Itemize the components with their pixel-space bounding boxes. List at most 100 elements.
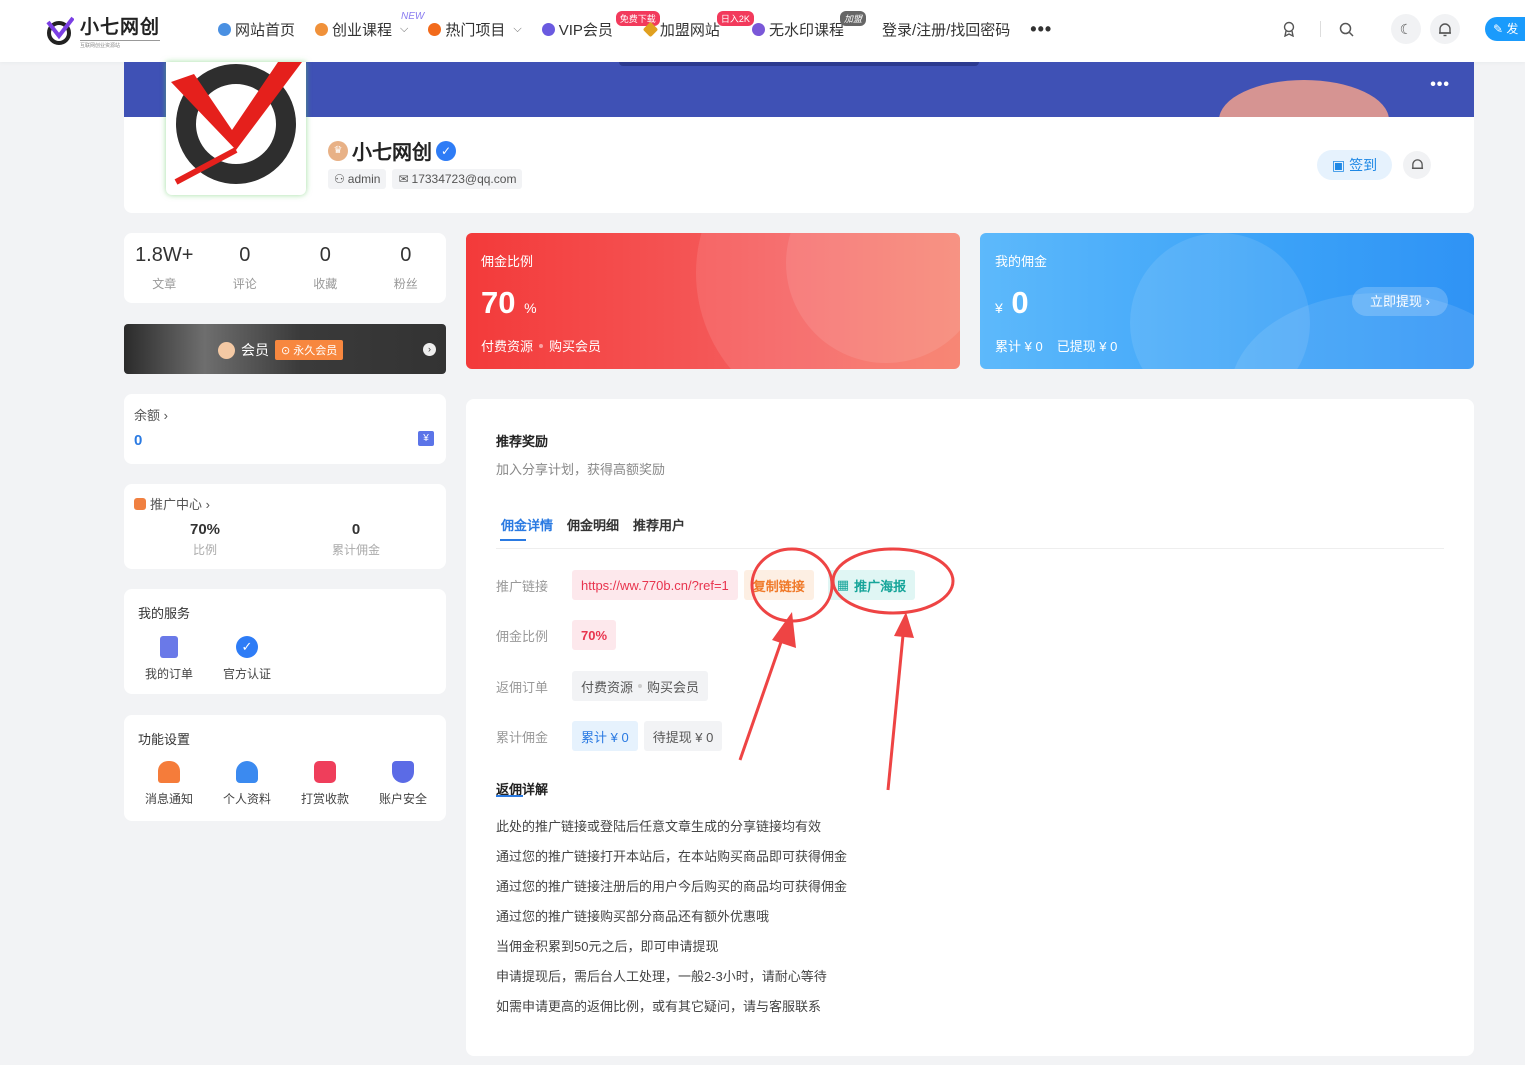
- avatar[interactable]: [166, 62, 306, 195]
- my-commission-card: 我的佣金 ¥ 0 累计 ¥ 0 已提现 ¥ 0 立即提现 ›: [980, 233, 1474, 369]
- signin-label: 签到: [1349, 157, 1378, 173]
- site-logo[interactable]: 小七网创 互联网创业资源站: [46, 12, 161, 49]
- pending-withdrawal-value: 待提现 ¥ 0: [643, 721, 723, 751]
- gift-icon: [134, 497, 146, 510]
- stat-followers[interactable]: 0 粉丝: [366, 233, 447, 303]
- service-label: 官方认证: [222, 667, 271, 681]
- order-tag: 付费资源: [581, 679, 634, 695]
- rule-item: 通过您的推广链接注册后的用户今后购买的商品均可获得佣金: [496, 879, 848, 894]
- row-label: 推广链接: [496, 578, 549, 594]
- bell-icon: [1439, 22, 1451, 36]
- nav-item-hot-projects[interactable]: 热门项目 ⌵: [428, 18, 522, 40]
- nav-item-no-watermark[interactable]: 无水印课程 加盟: [751, 11, 866, 40]
- search-button[interactable]: [1331, 14, 1361, 44]
- theme-toggle-button[interactable]: ☾: [1391, 14, 1421, 44]
- vip-icon: [541, 22, 555, 36]
- balance-card[interactable]: 余额 › 0 ¥: [124, 394, 446, 464]
- nav-item-login[interactable]: 登录/注册/找回密码: [882, 18, 1010, 40]
- vip-membership-bar[interactable]: 会员 ⊙ 永久会员 ›: [124, 324, 446, 374]
- commission-withdrawn: 已提现 ¥ 0: [1056, 339, 1118, 354]
- username-tag: ⚇ admin: [328, 169, 387, 189]
- bell-icon: [1411, 159, 1423, 169]
- search-icon: [1339, 22, 1354, 37]
- rate-tag: 购买会员: [549, 339, 602, 354]
- nav-item-label: 登录/注册/找回密码: [881, 21, 1011, 39]
- crown-icon: ♛: [328, 140, 348, 161]
- tab-commission-details[interactable]: 佣金详情: [501, 515, 553, 534]
- func-notifications[interactable]: 消息通知: [130, 761, 208, 807]
- verified-icon: ✓: [236, 636, 258, 658]
- func-profile[interactable]: 个人资料: [208, 761, 286, 807]
- user-icon: ⚇: [334, 172, 345, 186]
- poster-label: 推广海报: [854, 578, 907, 594]
- commission-ratio-value: 70%: [572, 620, 617, 650]
- rate-number: 70: [481, 285, 516, 320]
- top-navbar: 小七网创 互联网创业资源站 网站首页 创业课程 NEW ⌵ 热门项目 ⌵ VIP…: [0, 0, 1525, 62]
- rules-title-underline: [496, 795, 523, 797]
- profile-bell-button[interactable]: [1403, 151, 1431, 179]
- username: admin: [347, 172, 381, 186]
- copy-link-button[interactable]: 复制链接: [743, 570, 814, 600]
- nav-actions: ☾ ✎ 发: [1274, 14, 1525, 44]
- commission-tabs: 佣金详情 佣金明细 推荐用户: [496, 515, 1444, 549]
- referral-panel: 推荐奖励 加入分享计划，获得高额奖励 佣金详情 佣金明细 推荐用户 推广链接 h…: [466, 399, 1474, 1056]
- logo-subtitle: 互联网创业资源站: [80, 40, 161, 49]
- rate-unit: %: [524, 300, 537, 316]
- course-icon: [315, 22, 329, 36]
- logo-mark-icon: [46, 16, 75, 46]
- service-my-orders[interactable]: 我的订单: [130, 636, 208, 682]
- chevron-right-icon: ›: [423, 343, 436, 356]
- stat-favorites[interactable]: 0 收藏: [285, 233, 366, 303]
- promotion-title-text: 推广中心 ›: [150, 497, 210, 512]
- nav-item-label: 网站首页: [235, 21, 296, 39]
- func-security[interactable]: 账户安全: [364, 761, 442, 807]
- shield-icon: [392, 761, 414, 783]
- award-button[interactable]: [1274, 14, 1304, 44]
- nav-item-home[interactable]: 网站首页: [218, 18, 295, 40]
- home-icon: [218, 22, 231, 36]
- email-tag: ✉ 17334723@qq.com: [392, 169, 523, 189]
- stat-posts[interactable]: 1.8W+ 文章: [124, 233, 205, 303]
- panel-title: 推荐奖励: [496, 434, 549, 449]
- rate-tag: 付费资源: [481, 339, 534, 354]
- promotion-center-card[interactable]: 推广中心 › 70% 比例 0 累计佣金: [124, 484, 446, 569]
- rule-item: 当佣金积累到50元之后，即可申请提现: [496, 939, 719, 954]
- nav-more-button[interactable]: •••: [1030, 18, 1052, 40]
- service-official-verify[interactable]: ✓ 官方认证: [208, 636, 286, 682]
- tab-referred-users[interactable]: 推荐用户: [633, 515, 685, 534]
- commission-ratio-row: 佣金比例 70%: [496, 620, 622, 650]
- profile-name: 小七网创: [352, 142, 432, 164]
- more-icon: •••: [1030, 18, 1053, 39]
- referral-link-value[interactable]: https://ww.770b.cn/?ref=1: [572, 570, 738, 600]
- commission-rate-title: 佣金比例: [481, 254, 534, 269]
- stat-label: 粉丝: [393, 277, 418, 291]
- nav-item-courses[interactable]: 创业课程 NEW ⌵: [315, 11, 424, 40]
- stat-label: 评论: [232, 277, 257, 291]
- signin-button[interactable]: ▣ 签到: [1317, 150, 1392, 180]
- nav-divider: [1320, 21, 1321, 37]
- my-services-card: 我的服务 我的订单 ✓ 官方认证: [124, 589, 446, 694]
- moon-icon: ☾: [1399, 20, 1413, 37]
- vip-badge-text: 永久会员: [293, 345, 338, 357]
- commission-total: 累计 ¥ 0: [995, 339, 1043, 354]
- func-tips[interactable]: 打赏收款: [286, 761, 364, 807]
- stat-comments[interactable]: 0 评论: [205, 233, 286, 303]
- withdraw-button[interactable]: 立即提现 ›: [1352, 287, 1448, 316]
- commission-rate-card: 佣金比例 70 % 付费资源 购买会员: [466, 233, 960, 369]
- referral-link-row: 推广链接 https://ww.770b.cn/?ref=1 复制链接 ▦ 推广海…: [496, 570, 921, 600]
- cover-more-button[interactable]: •••: [1430, 76, 1450, 94]
- nav-item-vip[interactable]: VIP会员 免费下载: [541, 11, 660, 40]
- notification-button[interactable]: [1430, 14, 1460, 44]
- func-label: 账户安全: [378, 792, 427, 806]
- nav-item-label: 无水印课程: [768, 21, 844, 39]
- promo-poster-button[interactable]: ▦ 推广海报: [827, 570, 916, 600]
- nav-item-join[interactable]: 加盟网站 日入2K: [642, 11, 754, 40]
- rule-item: 申请提现后，需后台人工处理，一般2-3小时，请耐心等待: [496, 969, 827, 984]
- tab-commission-records[interactable]: 佣金明细: [567, 515, 619, 534]
- join-badge: 加盟: [839, 11, 866, 26]
- rebate-order-types: 付费资源 购买会员: [572, 671, 709, 701]
- publish-button[interactable]: ✎ 发: [1485, 17, 1525, 41]
- profile-name-row: ♛ 小七网创 ✓: [328, 136, 456, 165]
- stat-value: 0: [319, 244, 331, 266]
- func-label: 消息通知: [144, 792, 193, 806]
